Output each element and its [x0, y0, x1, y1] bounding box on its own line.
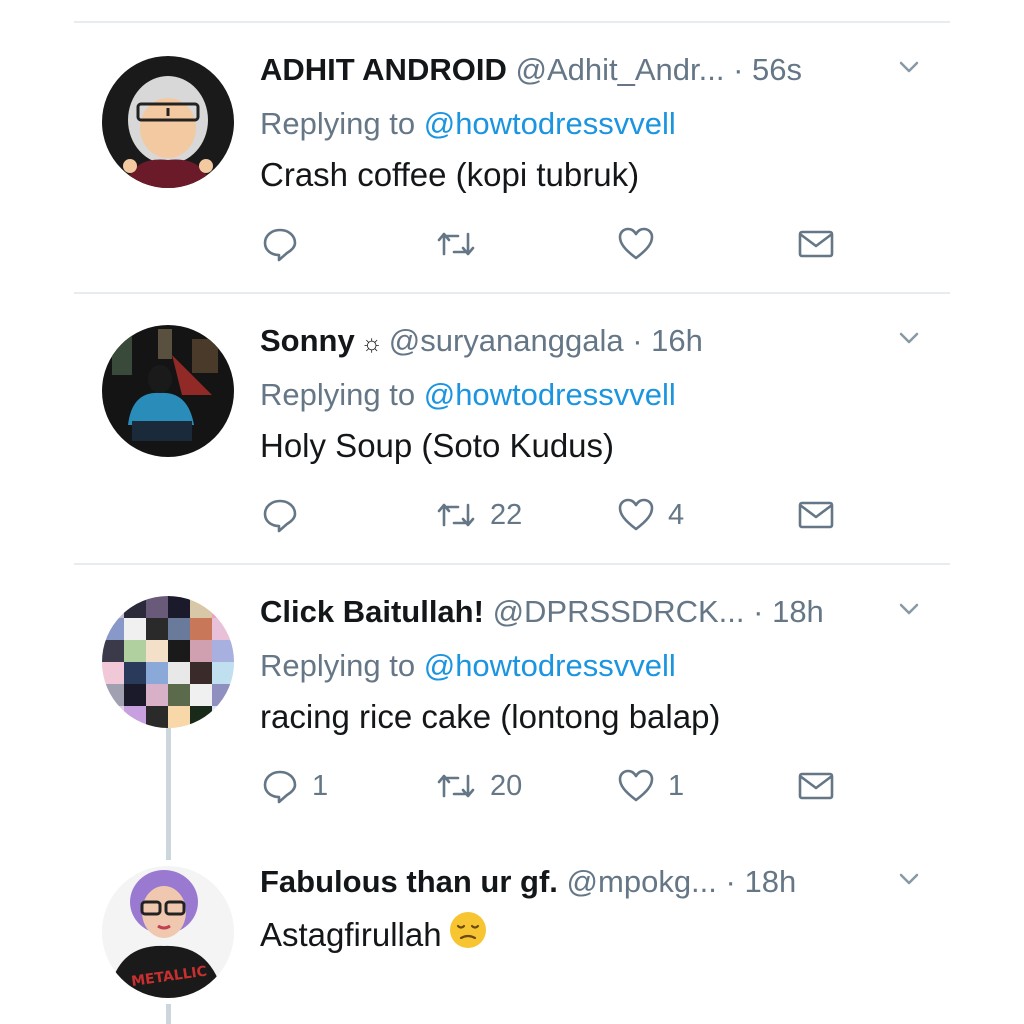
tweet-text: Holy Soup (Soto Kudus): [260, 427, 615, 464]
retweet-icon: [434, 766, 478, 806]
tweet-text: Crash coffee (kopi tubruk): [260, 156, 640, 193]
mention-link[interactable]: @howtodressvvell: [424, 648, 676, 683]
direct-message-icon: [796, 224, 836, 264]
tweet-header: Fabulous than ur gf. @mpokg... · 18h: [260, 862, 796, 902]
thread-line: [166, 728, 171, 860]
mention-link[interactable]: @howtodressvvell: [424, 106, 676, 141]
display-name[interactable]: ADHIT ANDROID: [260, 52, 507, 87]
avatar-image: [102, 56, 234, 188]
tweet-header: Sonny ☼ @suryananggala · 16h: [260, 321, 703, 364]
retweet-count: 20: [490, 769, 523, 802]
like-count: 1: [668, 769, 685, 802]
tweet-actions: 1 20 1: [260, 766, 860, 806]
timestamp[interactable]: · 18h: [753, 594, 824, 629]
tweet-header: Click Baitullah! @DPRSSDRCK... · 18h: [260, 592, 824, 632]
display-name[interactable]: Click Baitullah!: [260, 594, 484, 629]
direct-message-icon: [796, 495, 836, 535]
unamused-face-emoji: [448, 910, 488, 960]
timestamp[interactable]: · 18h: [726, 864, 797, 899]
replying-to: Replying to @howtodressvvell: [260, 646, 676, 686]
user-handle[interactable]: @Adhit_Andr...: [515, 52, 724, 87]
replying-to: Replying to @howtodressvvell: [260, 375, 676, 415]
reply-button[interactable]: [260, 224, 312, 264]
avatar[interactable]: [102, 596, 234, 728]
timestamp[interactable]: · 56s: [733, 52, 802, 87]
retweet-count: 22: [490, 498, 523, 531]
timestamp[interactable]: · 16h: [632, 323, 703, 358]
direct-message-button[interactable]: [796, 224, 836, 264]
direct-message-button[interactable]: [796, 766, 836, 806]
tweet-text: Astagfirullah: [260, 916, 442, 953]
display-name[interactable]: Fabulous than ur gf.: [260, 864, 558, 899]
tweet-text: racing rice cake (lontong balap): [260, 698, 721, 735]
display-name[interactable]: Sonny: [260, 323, 355, 358]
chevron-down-icon[interactable]: [894, 323, 924, 353]
like-button[interactable]: 4: [616, 495, 684, 535]
retweet-button[interactable]: [434, 224, 490, 264]
like-icon: [616, 495, 656, 535]
divider: [74, 563, 950, 565]
chevron-down-icon[interactable]: [894, 594, 924, 624]
divider: [74, 21, 950, 23]
direct-message-icon: [796, 766, 836, 806]
retweet-icon: [434, 495, 478, 535]
divider: [74, 292, 950, 294]
replying-label: Replying to: [260, 648, 416, 683]
avatar[interactable]: [102, 325, 234, 457]
timeline: ADHIT ANDROID @Adhit_Andr... · 56s Reply…: [74, 0, 950, 1024]
retweet-button[interactable]: 20: [434, 766, 522, 806]
chevron-down-icon[interactable]: [894, 864, 924, 894]
tweet-actions: 22 4: [260, 495, 860, 535]
thread-line: [166, 1004, 171, 1024]
retweet-button[interactable]: 22: [434, 495, 522, 535]
like-icon: [616, 766, 656, 806]
avatar[interactable]: METALLIC: [102, 866, 234, 998]
replying-to: Replying to @howtodressvvell: [260, 104, 676, 144]
avatar-image: [102, 596, 234, 728]
mention-link[interactable]: @howtodressvvell: [424, 377, 676, 412]
retweet-icon: [434, 224, 478, 264]
name-badge: ☼: [360, 330, 383, 357]
user-handle[interactable]: @mpokg...: [567, 864, 717, 899]
replying-label: Replying to: [260, 106, 416, 141]
avatar[interactable]: [102, 56, 234, 188]
avatar-image: METALLIC: [102, 866, 234, 998]
tweet-text-row: Astagfirullah: [260, 910, 488, 960]
reply-button[interactable]: [260, 495, 312, 535]
replying-label: Replying to: [260, 377, 416, 412]
chevron-down-icon[interactable]: [894, 52, 924, 82]
direct-message-button[interactable]: [796, 495, 836, 535]
user-handle[interactable]: @suryananggala: [389, 323, 624, 358]
tweet-header: ADHIT ANDROID @Adhit_Andr... · 56s: [260, 50, 802, 90]
user-handle[interactable]: @DPRSSDRCK...: [493, 594, 745, 629]
avatar-image: [102, 325, 234, 457]
tweet-actions: [260, 224, 860, 264]
reply-icon: [260, 495, 300, 535]
reply-icon: [260, 766, 300, 806]
reply-icon: [260, 224, 300, 264]
reply-button[interactable]: 1: [260, 766, 328, 806]
reply-count: 1: [312, 769, 329, 802]
like-button[interactable]: 1: [616, 766, 684, 806]
like-button[interactable]: [616, 224, 668, 264]
like-icon: [616, 224, 656, 264]
like-count: 4: [668, 498, 685, 531]
